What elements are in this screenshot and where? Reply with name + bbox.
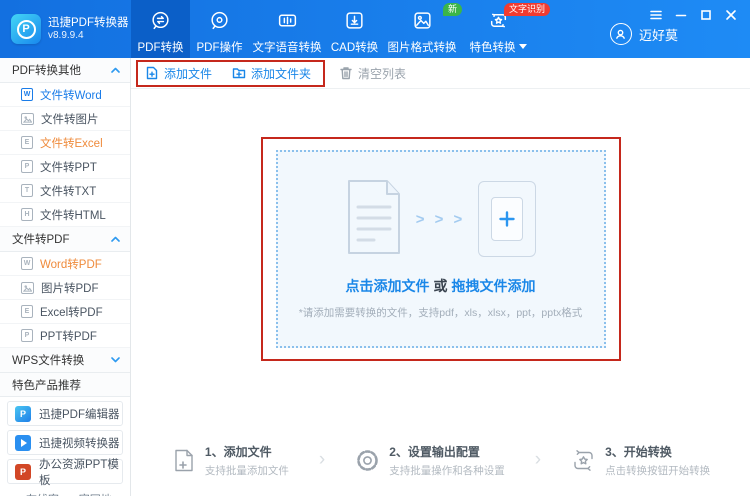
ppt-templates-icon: P xyxy=(15,464,31,480)
image-doc-icon xyxy=(21,113,34,125)
main-panel: 添加文件 添加文件夹 清空列表 xyxy=(131,58,750,496)
voice-wave-icon xyxy=(277,10,298,34)
sidebar: PDF转换其他 W 文件转Word 文件转图片 E 文件转Excel P 文件转… xyxy=(0,58,131,496)
tab-label: CAD转换 xyxy=(331,39,378,55)
word-doc-icon: W xyxy=(21,257,33,270)
add-target-icon xyxy=(478,181,536,257)
image-doc-icon xyxy=(21,282,34,294)
section-wps-convert[interactable]: WPS文件转换 xyxy=(0,348,130,373)
dropzone-title: 点击添加文件或拖拽文件添加 xyxy=(346,276,536,296)
video-converter-icon xyxy=(15,435,31,451)
sidebar-item-file-to-word[interactable]: W 文件转Word xyxy=(0,83,130,107)
add-buttons-annotation-box: 添加文件 添加文件夹 xyxy=(136,60,325,87)
chevron-up-icon xyxy=(111,67,120,73)
file-plus-icon xyxy=(145,66,159,80)
pdf-operate-icon xyxy=(209,10,230,34)
folder-plus-icon xyxy=(232,66,246,80)
sidebar-item-word-to-pdf[interactable]: W Word转PDF xyxy=(0,252,130,276)
sidebar-item-ppt-to-pdf[interactable]: P PPT转PDF xyxy=(0,324,130,348)
image-icon xyxy=(412,10,433,34)
dropzone-annotation-box: > > > 点击添加文件或拖拽文件添加 *请添加需要转换的文件，支持pdf，xl… xyxy=(261,137,621,361)
online-service-link[interactable]: 在线客服 xyxy=(10,491,64,496)
chevron-right-icon: › xyxy=(319,449,325,471)
chevron-right-icon: › xyxy=(535,449,541,471)
sidebar-item-file-to-image[interactable]: 文件转图片 xyxy=(0,107,130,131)
app-logo-icon: P xyxy=(11,14,41,44)
arrows-right-icon: > > > xyxy=(416,211,466,228)
step-start-convert: 3、开始转换 点击转换按钮开始转换 xyxy=(571,443,710,478)
tab-label: PDF转换 xyxy=(138,39,184,55)
menu-icon[interactable] xyxy=(647,7,665,23)
product-ppt-templates[interactable]: P 办公资源PPT模板 xyxy=(7,459,123,484)
trash-icon xyxy=(339,66,353,80)
add-folder-button[interactable]: 添加文件夹 xyxy=(232,65,311,82)
product-pdf-editor[interactable]: P 迅捷PDF编辑器 xyxy=(7,401,123,426)
drag-add-text: 拖拽文件添加 xyxy=(452,278,536,294)
tab-pdf-convert[interactable]: PDF转换 xyxy=(131,0,190,58)
sidebar-item-file-to-excel[interactable]: E 文件转Excel xyxy=(0,131,130,155)
tab-text-voice-convert[interactable]: 文字语音转换 xyxy=(249,0,325,58)
tab-pdf-operate[interactable]: PDF操作 xyxy=(190,0,249,58)
tab-image-format-convert[interactable]: 新 图片格式转换 xyxy=(384,0,460,58)
chevron-down-icon xyxy=(519,44,527,49)
cad-download-icon xyxy=(344,10,365,34)
sidebar-item-excel-to-pdf[interactable]: E Excel转PDF xyxy=(0,300,130,324)
product-video-converter[interactable]: 迅捷视频转换器 xyxy=(7,430,123,455)
minimize-icon[interactable] xyxy=(672,7,690,23)
pdf-editor-icon: P xyxy=(15,406,31,422)
topbar: P 迅捷PDF转换器 v8.9.9.4 PDF转换 PDF操作 文字语音转换 C… xyxy=(0,0,750,58)
ppt-doc-icon: P xyxy=(21,160,33,173)
app-version: v8.9.9.4 xyxy=(48,30,129,43)
document-icon xyxy=(345,179,403,260)
user-avatar-icon xyxy=(610,23,632,45)
sidebar-item-file-to-txt[interactable]: T 文件转TXT xyxy=(0,179,130,203)
txt-doc-icon: T xyxy=(21,184,33,197)
section-file-to-pdf[interactable]: 文件转PDF xyxy=(0,227,130,252)
ppt-doc-icon: P xyxy=(21,329,33,342)
html-doc-icon: H xyxy=(21,208,33,221)
sidebar-item-file-to-html[interactable]: H 文件转HTML xyxy=(0,203,130,227)
user-name: 迈好莫 xyxy=(639,25,678,44)
steps-bar: 1、添加文件 支持批量添加文件 › 2、设置输出配置 支持批量操作和各种设置 › xyxy=(131,424,750,496)
pdf-convert-icon xyxy=(150,10,171,34)
tab-label: 图片格式转换 xyxy=(388,39,457,55)
excel-doc-icon: E xyxy=(21,305,33,318)
app-title: 迅捷PDF转换器 xyxy=(48,16,129,30)
official-site-link[interactable]: e 官网地址 xyxy=(64,491,118,496)
maximize-icon[interactable] xyxy=(697,7,715,23)
sidebar-footer: 在线客服 e 官网地址 xyxy=(0,484,130,496)
toolbar: 添加文件 添加文件夹 清空列表 xyxy=(131,58,750,89)
app-window: P 迅捷PDF转换器 v8.9.9.4 PDF转换 PDF操作 文字语音转换 C… xyxy=(0,0,750,496)
excel-doc-icon: E xyxy=(21,136,33,149)
tab-label: 特色转换 xyxy=(470,39,516,55)
tab-label: 文字语音转换 xyxy=(253,39,322,55)
close-icon[interactable] xyxy=(722,7,740,23)
tab-cad-convert[interactable]: CAD转换 xyxy=(325,0,384,58)
gear-icon xyxy=(355,448,380,473)
logo-area: P 迅捷PDF转换器 v8.9.9.4 xyxy=(0,0,131,58)
section-featured-products: 特色产品推荐 xyxy=(0,373,130,397)
file-plus-icon xyxy=(171,448,196,473)
chevron-down-icon xyxy=(111,357,120,363)
word-doc-icon: W xyxy=(21,88,33,101)
section-pdf-convert-other[interactable]: PDF转换其他 xyxy=(0,58,130,83)
convert-star-icon xyxy=(571,448,596,473)
tab-label: PDF操作 xyxy=(197,39,243,55)
chevron-up-icon xyxy=(111,236,120,242)
dropzone-hint: *请添加需要转换的文件，支持pdf，xls，xlsx，ppt，pptx格式 xyxy=(299,305,583,320)
sidebar-item-image-to-pdf[interactable]: 图片转PDF xyxy=(0,276,130,300)
ocr-badge: 文字识别 xyxy=(504,3,550,16)
window-controls xyxy=(647,7,740,23)
user-account[interactable]: 迈好莫 xyxy=(610,23,678,45)
click-add-text[interactable]: 点击添加文件 xyxy=(346,278,430,294)
file-dropzone[interactable]: > > > 点击添加文件或拖拽文件添加 *请添加需要转换的文件，支持pdf，xl… xyxy=(276,150,606,348)
sidebar-item-file-to-ppt[interactable]: P 文件转PPT xyxy=(0,155,130,179)
step-add-files: 1、添加文件 支持批量添加文件 xyxy=(171,443,289,478)
tab-special-convert[interactable]: 文字识别 特色转换 xyxy=(460,0,536,58)
clear-list-button[interactable]: 清空列表 xyxy=(339,65,406,82)
step-output-settings: 2、设置输出配置 支持批量操作和各种设置 xyxy=(355,443,505,478)
main-tabs: PDF转换 PDF操作 文字语音转换 CAD转换 新 图片格式转换 文字识别 xyxy=(131,0,536,58)
add-file-button[interactable]: 添加文件 xyxy=(145,65,212,82)
